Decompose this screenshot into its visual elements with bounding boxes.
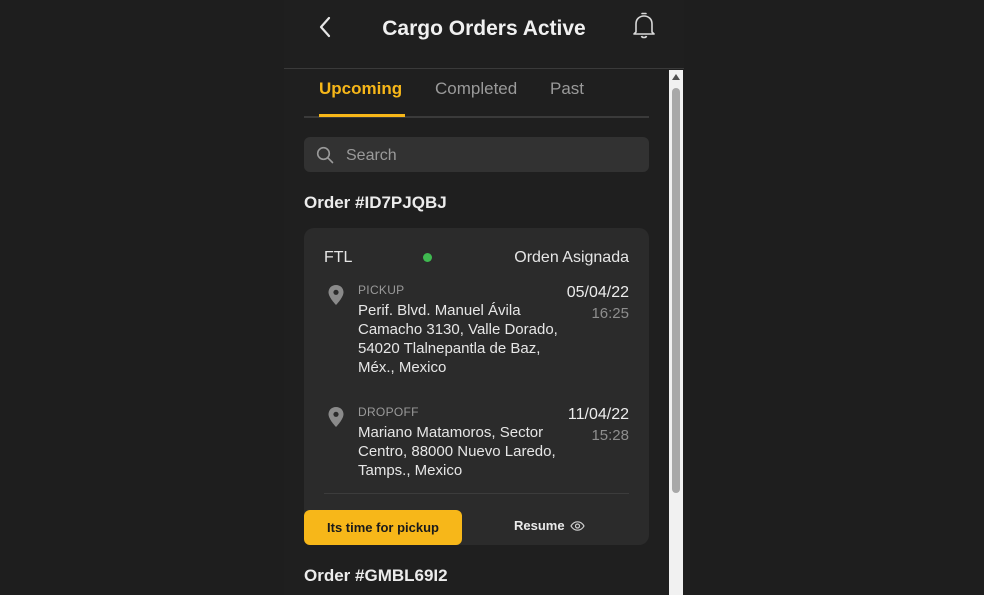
dropoff-address: Mariano Matamoros, Sector Centro, 88000 … xyxy=(358,424,556,479)
resume-button[interactable]: Resume xyxy=(514,518,585,533)
scrollbar-thumb[interactable] xyxy=(672,88,680,493)
app-screen: Cargo Orders Active Upcoming Completed P… xyxy=(284,0,684,595)
eye-icon xyxy=(569,520,585,531)
order-tabs: Upcoming Completed Past xyxy=(304,78,649,118)
pickup-button[interactable]: Its time for pickup xyxy=(304,510,462,545)
bell-icon xyxy=(633,12,655,39)
search-icon xyxy=(316,146,334,164)
order-heading: Order #ID7PJQBJ xyxy=(304,193,447,212)
status-indicator-dot xyxy=(423,253,432,262)
order-heading: Order #GMBL69I2 xyxy=(304,566,448,585)
pickup-time: 16:25 xyxy=(591,305,629,322)
resume-label: Resume xyxy=(514,518,565,533)
map-pin-icon xyxy=(328,407,344,427)
scrollbar[interactable] xyxy=(669,70,683,595)
notifications-button[interactable] xyxy=(632,12,656,40)
search-input[interactable] xyxy=(344,137,638,174)
map-pin-icon xyxy=(328,285,344,305)
tab-upcoming[interactable]: Upcoming xyxy=(319,78,405,117)
tab-past[interactable]: Past xyxy=(550,78,584,116)
app-header: Cargo Orders Active xyxy=(284,0,684,69)
dropoff-label: DROPOFF xyxy=(358,405,419,419)
dropoff-time: 15:28 xyxy=(591,427,629,444)
order-status: Orden Asignada xyxy=(514,249,629,266)
page-title: Cargo Orders Active xyxy=(382,17,586,40)
dropoff-date: 11/04/22 xyxy=(567,406,629,423)
pickup-address: Perif. Blvd. Manuel Ávila Camacho 3130, … xyxy=(358,302,558,376)
pickup-label: PICKUP xyxy=(358,283,405,297)
tab-completed[interactable]: Completed xyxy=(435,78,517,116)
scroll-up-arrow[interactable] xyxy=(672,74,680,80)
search-bar xyxy=(304,137,649,174)
card-divider xyxy=(324,493,629,494)
order-card: FTL Orden Asignada PICKUP Perif. Blvd. M… xyxy=(304,228,649,545)
pickup-date: 05/04/22 xyxy=(566,284,629,301)
order-type: FTL xyxy=(324,249,353,266)
